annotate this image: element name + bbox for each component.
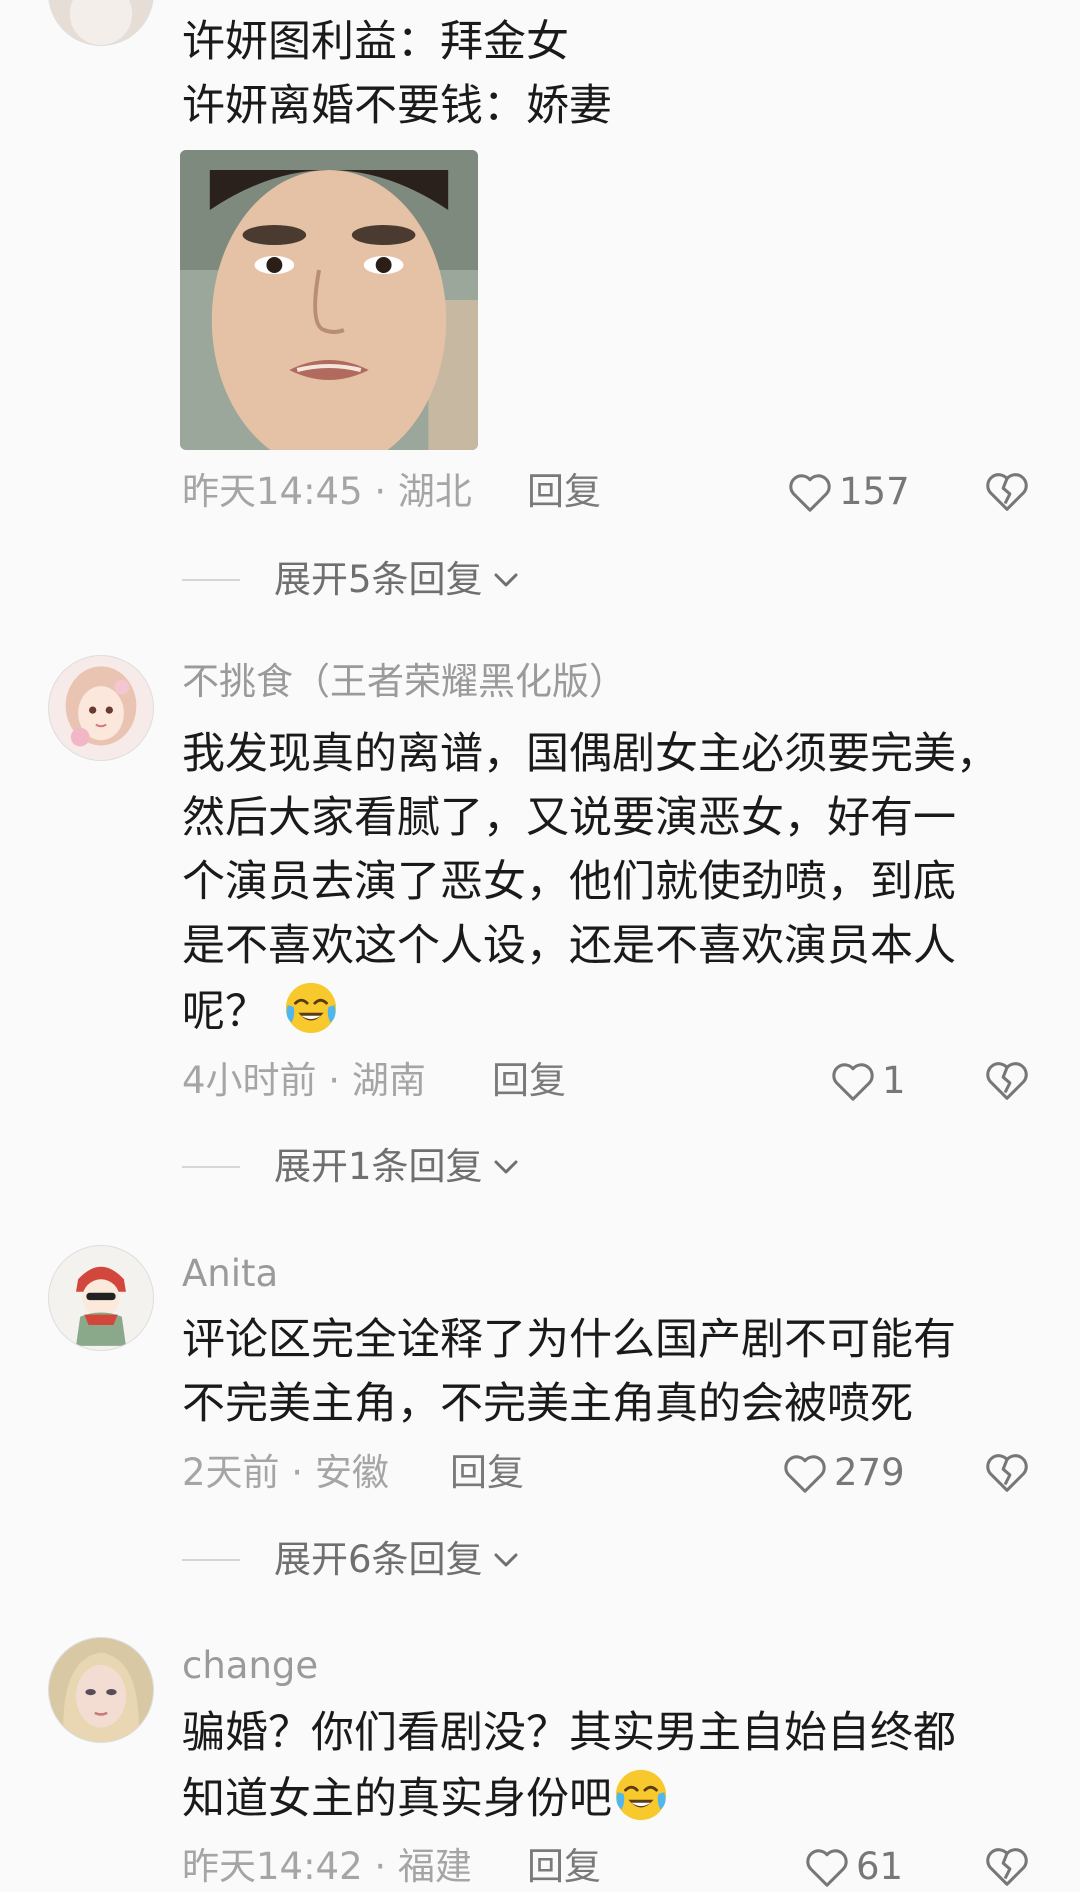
like-button[interactable]: 1 — [830, 1056, 906, 1106]
avatar[interactable] — [48, 655, 154, 761]
crying-laughing-emoji-icon — [615, 1769, 667, 1821]
comment-time-location: 昨天14:45 · 湖北 — [182, 470, 472, 513]
avatar[interactable] — [48, 1245, 154, 1351]
comment-text: 我发现真的离谱，国偶剧女主必须要完美， 然后大家看腻了，又说要演恶女，好有一 个… — [182, 722, 1032, 1044]
comment-meta: 昨天14:45 · 湖北 回复 157 — [182, 467, 1050, 517]
comment-line: 知道女主的真实身份吧 — [182, 1765, 1032, 1831]
comment-meta: 4小时前 · 湖南 回复 1 — [182, 1056, 1050, 1106]
heart-outline-icon — [832, 1063, 874, 1101]
comment-line-text: 呢？ — [182, 987, 268, 1037]
heart-outline-icon — [789, 474, 831, 512]
broken-heart-icon[interactable] — [984, 1058, 1030, 1104]
comment-time-location: 4小时前 · 湖南 — [182, 1059, 426, 1102]
like-count: 1 — [882, 1059, 906, 1102]
chevron-down-icon — [494, 1553, 518, 1567]
username[interactable]: 不挑食（王者荣耀黑化版） — [182, 662, 626, 702]
comment-text: 骗婚？你们看剧没？其实男主自始自终都 知道女主的真实身份吧 — [182, 1701, 1032, 1831]
avatar[interactable] — [48, 0, 154, 46]
comment-line-text: 知道女主的真实身份吧 — [182, 1774, 612, 1824]
comment-line: 然后大家看腻了，又说要演恶女，好有一 — [182, 793, 956, 843]
crying-laughing-emoji-icon — [285, 982, 336, 1034]
comment-line: 不完美主角，不完美主角真的会被喷死 — [182, 1379, 913, 1429]
comment-meta: 2天前 · 安徽 回复 279 — [182, 1448, 1050, 1498]
broken-heart-icon[interactable] — [984, 1844, 1030, 1890]
broken-heart-icon[interactable] — [984, 469, 1030, 515]
comment-line: 许妍图利益：拜金女 — [182, 17, 569, 67]
reply-button[interactable]: 回复 — [492, 1056, 566, 1106]
expand-replies[interactable]: 展开5条回复 — [182, 555, 521, 605]
username[interactable]: change — [182, 1646, 318, 1686]
reply-button[interactable]: 回复 — [527, 467, 601, 517]
comment-time-location: 昨天14:42 · 福建 — [182, 1845, 472, 1888]
like-count: 61 — [856, 1845, 904, 1888]
divider — [182, 1559, 240, 1561]
like-button[interactable]: 279 — [782, 1448, 905, 1498]
comment-time-location: 2天前 · 安徽 — [182, 1451, 389, 1494]
like-button[interactable]: 157 — [787, 467, 910, 517]
chevron-down-icon — [494, 1160, 518, 1174]
chevron-down-icon — [494, 573, 518, 587]
divider — [182, 1166, 240, 1168]
like-count: 157 — [839, 470, 910, 513]
comment-line: 评论区完全诠释了为什么国产剧不可能有 — [182, 1315, 956, 1365]
username[interactable]: Anita — [182, 1254, 278, 1294]
expand-label: 展开1条回复 — [274, 1145, 483, 1188]
expand-replies[interactable]: 展开1条回复 — [182, 1142, 521, 1192]
comment-meta: 昨天14:42 · 福建 回复 61 — [182, 1842, 1050, 1892]
comment-line: 许妍离婚不要钱：娇妻 — [182, 81, 612, 131]
heart-outline-icon — [806, 1849, 848, 1887]
comment-image[interactable] — [180, 150, 478, 450]
reply-button[interactable]: 回复 — [527, 1842, 601, 1892]
comment-line: 骗婚？你们看剧没？其实男主自始自终都 — [182, 1708, 956, 1758]
comment-line: 个演员去演了恶女，他们就使劲喷，到底 — [182, 857, 956, 907]
divider — [182, 579, 240, 581]
comment-line: 我发现真的离谱，国偶剧女主必须要完美， — [182, 729, 999, 779]
reply-button[interactable]: 回复 — [450, 1448, 524, 1498]
like-button[interactable]: 61 — [804, 1842, 903, 1892]
expand-replies[interactable]: 展开6条回复 — [182, 1535, 521, 1585]
avatar[interactable] — [48, 1637, 154, 1743]
broken-heart-icon[interactable] — [984, 1450, 1030, 1496]
comment-text: 评论区完全诠释了为什么国产剧不可能有 不完美主角，不完美主角真的会被喷死 — [182, 1308, 1032, 1436]
comment-line: 呢？ — [182, 978, 1032, 1044]
expand-label: 展开5条回复 — [274, 558, 483, 601]
like-count: 279 — [834, 1451, 905, 1494]
comment-line: 是不喜欢这个人设，还是不喜欢演员本人 — [182, 921, 956, 971]
expand-label: 展开6条回复 — [274, 1538, 483, 1581]
heart-outline-icon — [784, 1455, 826, 1493]
comment-text: 许妍图利益：拜金女 许妍离婚不要钱：娇妻 — [182, 10, 1032, 138]
